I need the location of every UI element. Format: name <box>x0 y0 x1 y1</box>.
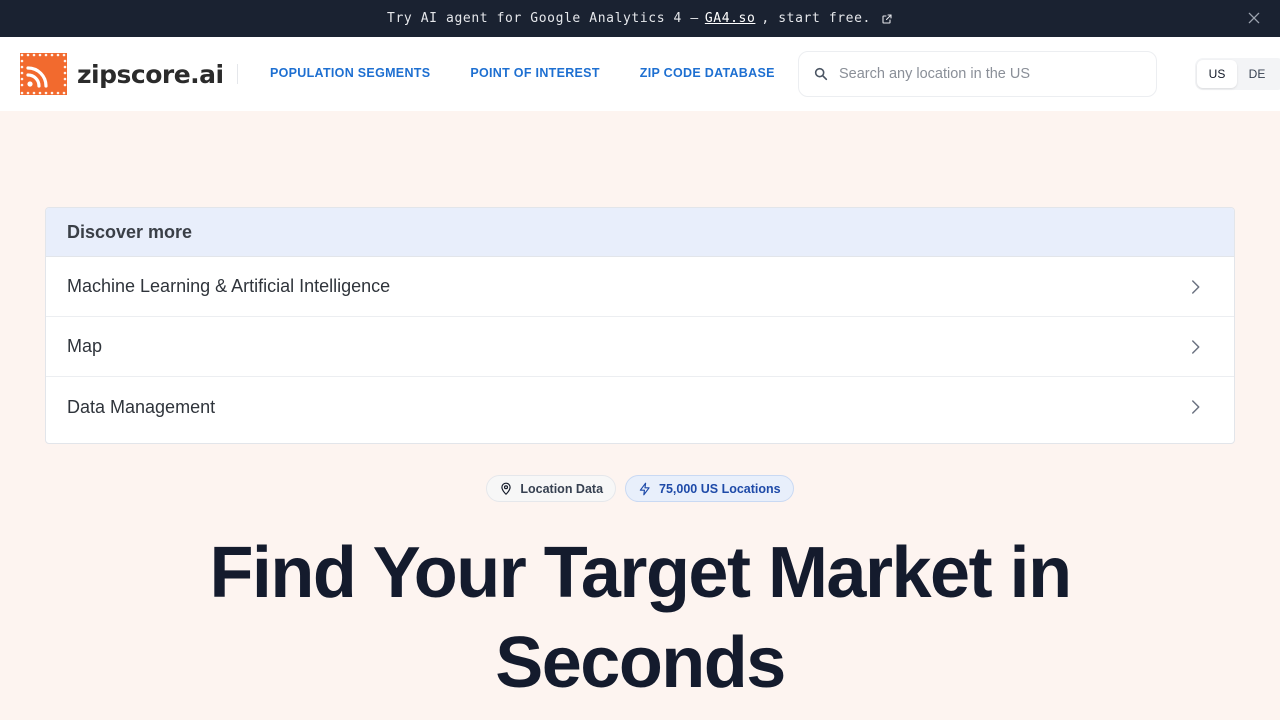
header-divider <box>237 64 238 84</box>
external-link-icon[interactable] <box>881 13 893 25</box>
hero-headline: Find Your Target Market in Seconds <box>0 528 1280 708</box>
discover-item-label: Data Management <box>67 396 216 417</box>
hero-badges: Location Data 75,000 US Locations <box>0 475 1280 502</box>
nav-population-segments[interactable]: POPULATION SEGMENTS <box>270 66 430 80</box>
discover-item-ml-ai[interactable]: Machine Learning & Artificial Intelligen… <box>46 257 1234 317</box>
lightning-icon <box>639 482 650 495</box>
promo-text-before: Try AI agent for Google Analytics 4 – <box>387 11 699 26</box>
logo-mark-icon <box>20 53 67 95</box>
logo[interactable]: zipscore.ai <box>20 53 224 95</box>
discover-item-label: Machine Learning & Artificial Intelligen… <box>67 276 391 296</box>
main-nav: POPULATION SEGMENTS POINT OF INTEREST ZI… <box>270 66 775 80</box>
hero-line-1: Find Your Target Market in <box>209 533 1072 613</box>
nav-zip-code-database[interactable]: ZIP CODE DATABASE <box>640 66 775 80</box>
location-data-badge: Location Data <box>486 475 617 502</box>
promo-banner: Try AI agent for Google Analytics 4 – GA… <box>0 0 1280 37</box>
discover-item-label: Map <box>67 336 103 356</box>
promo-text-after: , start free. <box>761 11 871 26</box>
discover-item-map[interactable]: Map <box>46 317 1234 377</box>
site-header: zipscore.ai POPULATION SEGMENTS POINT OF… <box>0 37 1280 111</box>
map-pin-icon <box>501 482 512 495</box>
promo-text: Try AI agent for Google Analytics 4 – GA… <box>387 11 893 26</box>
promo-link[interactable]: GA4.so <box>705 11 756 26</box>
chevron-right-icon <box>1192 339 1200 354</box>
location-data-label: Location Data <box>520 481 604 496</box>
lang-option-us[interactable]: US <box>1197 60 1237 88</box>
hero-line-2: Seconds <box>495 623 786 703</box>
discover-more-title: Discover more <box>46 208 1234 257</box>
search-box[interactable] <box>798 51 1157 97</box>
logo-text: zipscore.ai <box>77 59 224 89</box>
locations-count-badge: 75,000 US Locations <box>625 475 794 502</box>
chevron-right-icon <box>1192 279 1200 294</box>
nav-point-of-interest[interactable]: POINT OF INTEREST <box>470 66 599 80</box>
close-icon[interactable] <box>1246 10 1262 26</box>
language-switcher: US DE <box>1195 58 1280 90</box>
lang-option-de[interactable]: DE <box>1237 60 1277 88</box>
chevron-right-icon <box>1192 400 1200 414</box>
discover-item-data-management[interactable]: Data Management <box>46 377 1234 437</box>
search-icon <box>814 67 828 81</box>
search-input[interactable] <box>839 66 1139 82</box>
discover-more-panel: Discover more Machine Learning & Artific… <box>45 207 1235 444</box>
locations-count-label: 75,000 US Locations <box>659 481 781 496</box>
